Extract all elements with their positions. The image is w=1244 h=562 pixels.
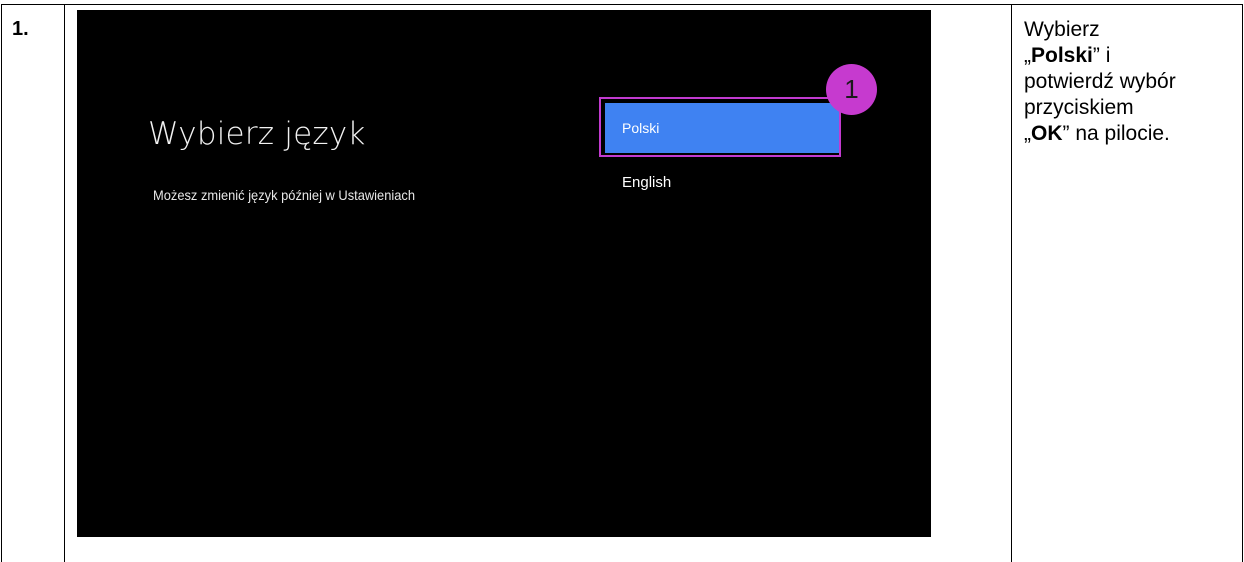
table-divider-1 [64, 4, 65, 562]
screen-title: Wybierz język [148, 116, 366, 152]
instruction-quote-close-1: ” i [1092, 44, 1111, 67]
table-divider-2 [1011, 4, 1012, 562]
instruction-bold-polski: Polski [1031, 44, 1093, 67]
instruction-line-4: przyciskiem [1024, 96, 1134, 119]
screen-subtitle: Możesz zmienić język później w Ustawieni… [153, 187, 415, 203]
language-option-english[interactable]: English [622, 174, 671, 191]
instruction-line-5: „OK” na pilocie. [1024, 121, 1238, 147]
tv-screenshot: Wybierz język Możesz zmienić język późni… [77, 10, 931, 537]
language-option-label: Polski [622, 120, 660, 136]
table-border-right [1242, 4, 1243, 562]
step-marker-badge: 1 [826, 64, 877, 115]
table-border-left [1, 4, 2, 562]
instruction-quote-open-1: „ [1024, 44, 1031, 67]
language-option-polski[interactable]: Polski [605, 103, 839, 153]
instruction-quote-open-2: „ [1024, 122, 1031, 145]
instruction-line-3: potwierdź wybór [1024, 70, 1176, 93]
instruction-text: Wybierz „Polski” i potwierdź wybór przyc… [1024, 17, 1238, 147]
instruction-line-2: „Polski” i [1024, 43, 1238, 69]
instruction-line-1: Wybierz [1024, 18, 1100, 41]
table-border-top [1, 4, 1243, 5]
instruction-bold-ok: OK [1031, 122, 1063, 145]
document-table: 1. Wybierz język Możesz zmienić język pó… [0, 0, 1244, 562]
instruction-quote-close-2: ” na pilocie. [1062, 122, 1170, 145]
step-number: 1. [12, 18, 29, 40]
step-marker-label: 1 [844, 74, 859, 104]
